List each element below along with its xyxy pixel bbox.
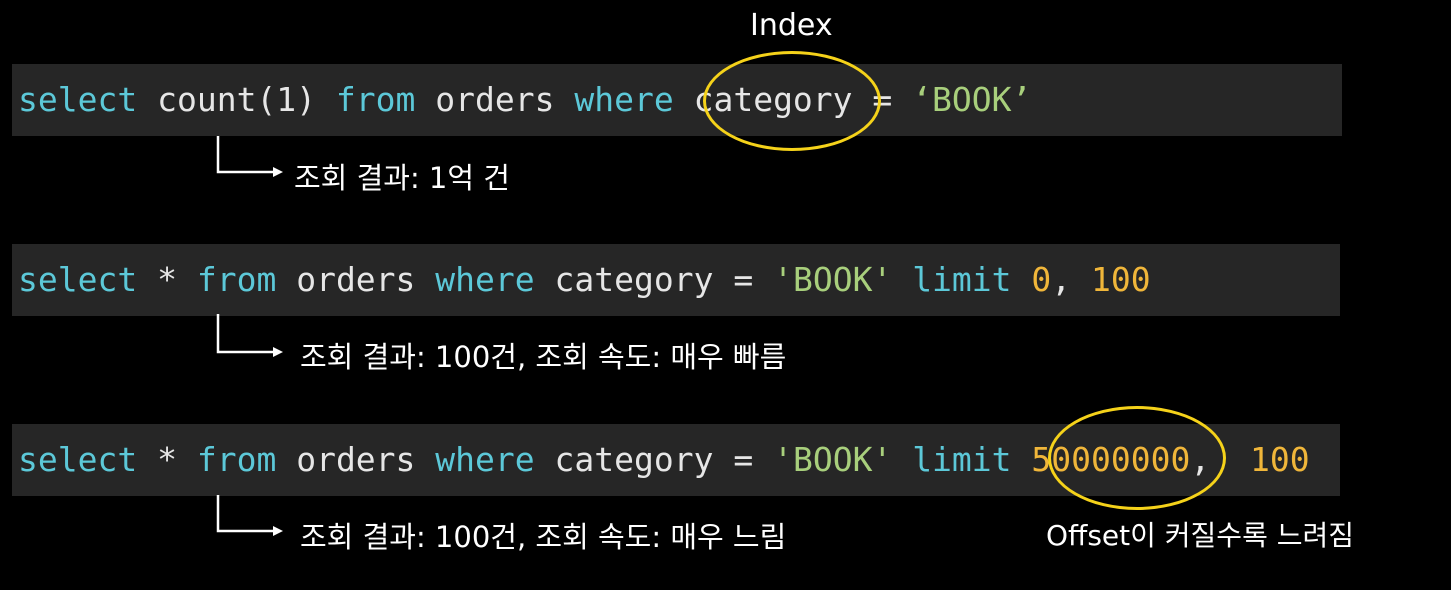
keyword-where: where <box>435 260 535 299</box>
string-literal: 'BOOK' <box>773 260 893 299</box>
arrow-result-3 <box>216 495 283 536</box>
keyword-select: select <box>18 440 138 479</box>
table-name: orders <box>296 260 416 299</box>
index-highlight-ellipse <box>703 51 881 151</box>
keyword-limit: limit <box>912 260 1012 299</box>
arrow-result-1 <box>216 136 283 177</box>
star: * <box>157 440 177 479</box>
sql-query-count: select count(1) from orders where catego… <box>12 64 1342 136</box>
keyword-where: where <box>574 80 674 119</box>
offset-note: Offset이 커질수록 느려짐 <box>1046 519 1355 552</box>
keyword-where: where <box>435 440 535 479</box>
keyword-select: select <box>18 80 138 119</box>
limit-count: 100 <box>1249 440 1310 479</box>
index-label: Index <box>750 8 833 43</box>
column-category: category <box>554 260 714 299</box>
equals-operator: = <box>733 260 754 299</box>
equals-operator: = <box>733 440 754 479</box>
result-note-3: 조회 결과: 100건, 조회 속도: 매우 느림 <box>300 520 787 554</box>
keyword-from: from <box>335 80 416 119</box>
keyword-limit: limit <box>912 440 1012 479</box>
keyword-select: select <box>18 260 138 299</box>
result-note-2: 조회 결과: 100건, 조회 속도: 매우 빠름 <box>300 340 787 374</box>
offset-highlight-ellipse <box>1048 406 1226 510</box>
column-category: category <box>554 440 714 479</box>
keyword-from: from <box>196 260 277 299</box>
limit-count: 100 <box>1091 260 1151 299</box>
result-note-1: 조회 결과: 1억 건 <box>294 161 510 195</box>
arrow-result-2 <box>216 314 283 357</box>
star: * <box>157 260 177 299</box>
string-literal: 'BOOK' <box>773 440 893 479</box>
table-name: orders <box>435 80 555 119</box>
comma: , <box>1051 260 1072 299</box>
sql-query-limit-small: select * from orders where category = 'B… <box>12 244 1340 316</box>
string-literal: ‘BOOK’ <box>912 80 1032 119</box>
count-expression: count(1) <box>157 80 317 119</box>
table-name: orders <box>296 440 416 479</box>
offset-value: 0 <box>1031 260 1052 299</box>
keyword-from: from <box>196 440 277 479</box>
